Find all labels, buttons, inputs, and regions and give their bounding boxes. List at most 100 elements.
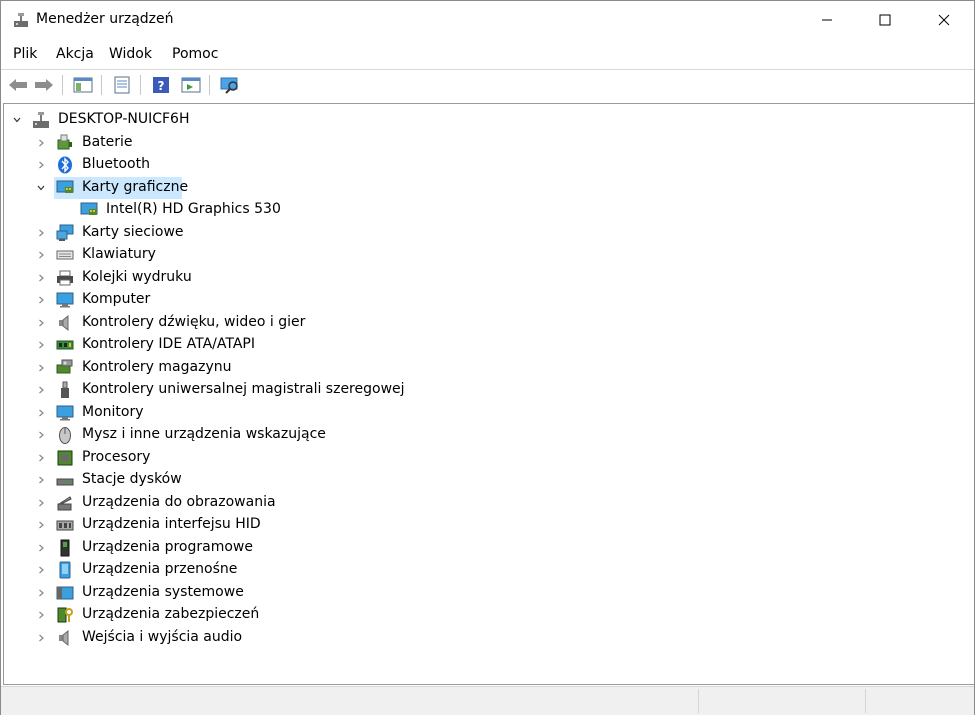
scan-hardware-button[interactable] [218,73,242,97]
tree-category-item[interactable]: Baterie [82,134,133,150]
chevron-right-icon[interactable] [36,318,46,328]
processor-icon [57,450,73,465]
chevron-right-icon[interactable] [36,498,46,508]
chevron-right-icon[interactable] [36,610,46,620]
maximize-icon [879,14,891,26]
chevron-down-icon[interactable] [12,115,22,125]
display-adapter-icon [56,180,74,193]
display-adapter-icon [80,202,98,215]
tree-device-item[interactable]: Intel(R) HD Graphics 530 [106,201,281,217]
tree-category-item[interactable]: Klawiatury [82,246,156,262]
help-button[interactable]: ? [149,73,173,97]
chevron-right-icon[interactable] [36,273,46,283]
imaging-device-icon [57,495,72,510]
security-device-icon [57,607,73,623]
tree-category-item[interactable]: Stacje dysków [82,471,182,487]
bluetooth-icon [58,156,72,174]
chevron-right-icon[interactable] [36,633,46,643]
help-icon: ? [153,77,169,93]
tree-category-item[interactable]: Kontrolery uniwersalnej magistrali szere… [82,381,405,397]
tree-category-item[interactable]: Urządzenia interfejsu HID [82,516,261,532]
scan-hardware-icon [220,77,238,94]
usb-icon [61,381,69,398]
tree-category-item[interactable]: Komputer [82,291,150,307]
tree-category-item[interactable]: Urządzenia programowe [82,539,253,555]
close-button[interactable] [915,1,973,39]
chevron-right-icon[interactable] [36,453,46,463]
device-tree[interactable]: DESKTOP-NUICF6H Baterie Bluetooth Karty gra… [3,103,974,685]
show-hide-tree-button[interactable] [71,73,95,97]
portable-device-icon [59,561,71,579]
svg-text:?: ? [158,79,165,93]
minimize-button[interactable] [798,1,856,39]
chevron-right-icon[interactable] [36,160,46,170]
tree-category-item[interactable]: Urządzenia przenośne [82,561,237,577]
menu-view[interactable]: Widok [109,46,152,62]
speaker-icon [59,314,69,331]
tree-category-item[interactable]: Mysz i inne urządzenia wskazujące [82,426,326,442]
chevron-right-icon[interactable] [36,228,46,238]
tree-category-item[interactable]: Urządzenia zabezpieczeń [82,606,259,622]
chevron-right-icon[interactable] [36,520,46,530]
properties-icon [114,76,130,94]
window-title: Menedżer urządzeń [36,11,174,27]
chevron-right-icon[interactable] [36,408,46,418]
show-hide-tree-icon [73,77,93,93]
chevron-right-icon[interactable] [36,588,46,598]
chevron-right-icon[interactable] [36,543,46,553]
toolbar-separator [101,75,102,95]
tree-category-item[interactable]: Kontrolery IDE ATA/ATAPI [82,336,255,352]
close-icon [938,14,950,26]
menu-file[interactable]: Plik [13,46,37,62]
menu-bar: Plik Akcja Widok Pomoc [1,42,974,66]
tree-category-item[interactable]: Karty graficzne [82,179,188,195]
menu-help[interactable]: Pomoc [172,46,218,62]
tree-category-item[interactable]: Bluetooth [82,156,150,172]
ide-controller-icon [56,340,74,350]
toolbar-separator [62,75,63,95]
chevron-right-icon[interactable] [36,340,46,350]
tree-category-item[interactable]: Kontrolery dźwięku, wideo i gier [82,314,305,330]
status-bar [1,686,974,715]
action-pane-button[interactable] [179,73,203,97]
back-button[interactable] [6,73,30,97]
tree-category-item[interactable]: Kontrolery magazynu [82,359,231,375]
toolbar-separator [140,75,141,95]
chevron-right-icon[interactable] [36,138,46,148]
device-manager-icon [14,13,28,27]
tree-category-item[interactable]: Kolejki wydruku [82,269,192,285]
disk-drive-icon [56,478,74,486]
toolbar-separator [209,75,210,95]
chevron-right-icon[interactable] [36,363,46,373]
title-bar[interactable]: Menedżer urządzeń [1,1,974,39]
audio-io-icon [59,629,69,646]
properties-button[interactable] [110,73,134,97]
tree-root-label[interactable]: DESKTOP-NUICF6H [58,111,189,127]
chevron-right-icon[interactable] [36,565,46,575]
chevron-right-icon[interactable] [36,295,46,305]
tree-category-item[interactable]: Wejścia i wyjścia audio [82,629,242,645]
chevron-right-icon[interactable] [36,385,46,395]
chevron-right-icon[interactable] [36,430,46,440]
network-adapter-icon [56,224,74,241]
tree-category-item[interactable]: Urządzenia systemowe [82,584,244,600]
tree-category-item[interactable]: Karty sieciowe [82,224,184,240]
system-device-icon [56,586,74,599]
forward-arrow-icon [35,79,53,91]
status-separator [698,689,699,713]
computer-root-icon [33,112,49,128]
mouse-icon [59,427,71,444]
menu-action[interactable]: Akcja [56,46,94,62]
chevron-right-icon[interactable] [36,250,46,260]
tree-category-item[interactable]: Urządzenia do obrazowania [82,494,276,510]
forward-button[interactable] [32,73,56,97]
maximize-button[interactable] [856,1,914,39]
chevron-right-icon[interactable] [36,475,46,485]
chevron-down-icon[interactable] [36,183,46,193]
status-separator [865,689,866,713]
computer-icon [56,292,74,308]
tree-category-item[interactable]: Monitory [82,404,144,420]
minimize-icon [822,19,832,21]
software-device-icon [60,539,70,556]
tree-category-item[interactable]: Procesory [82,449,150,465]
